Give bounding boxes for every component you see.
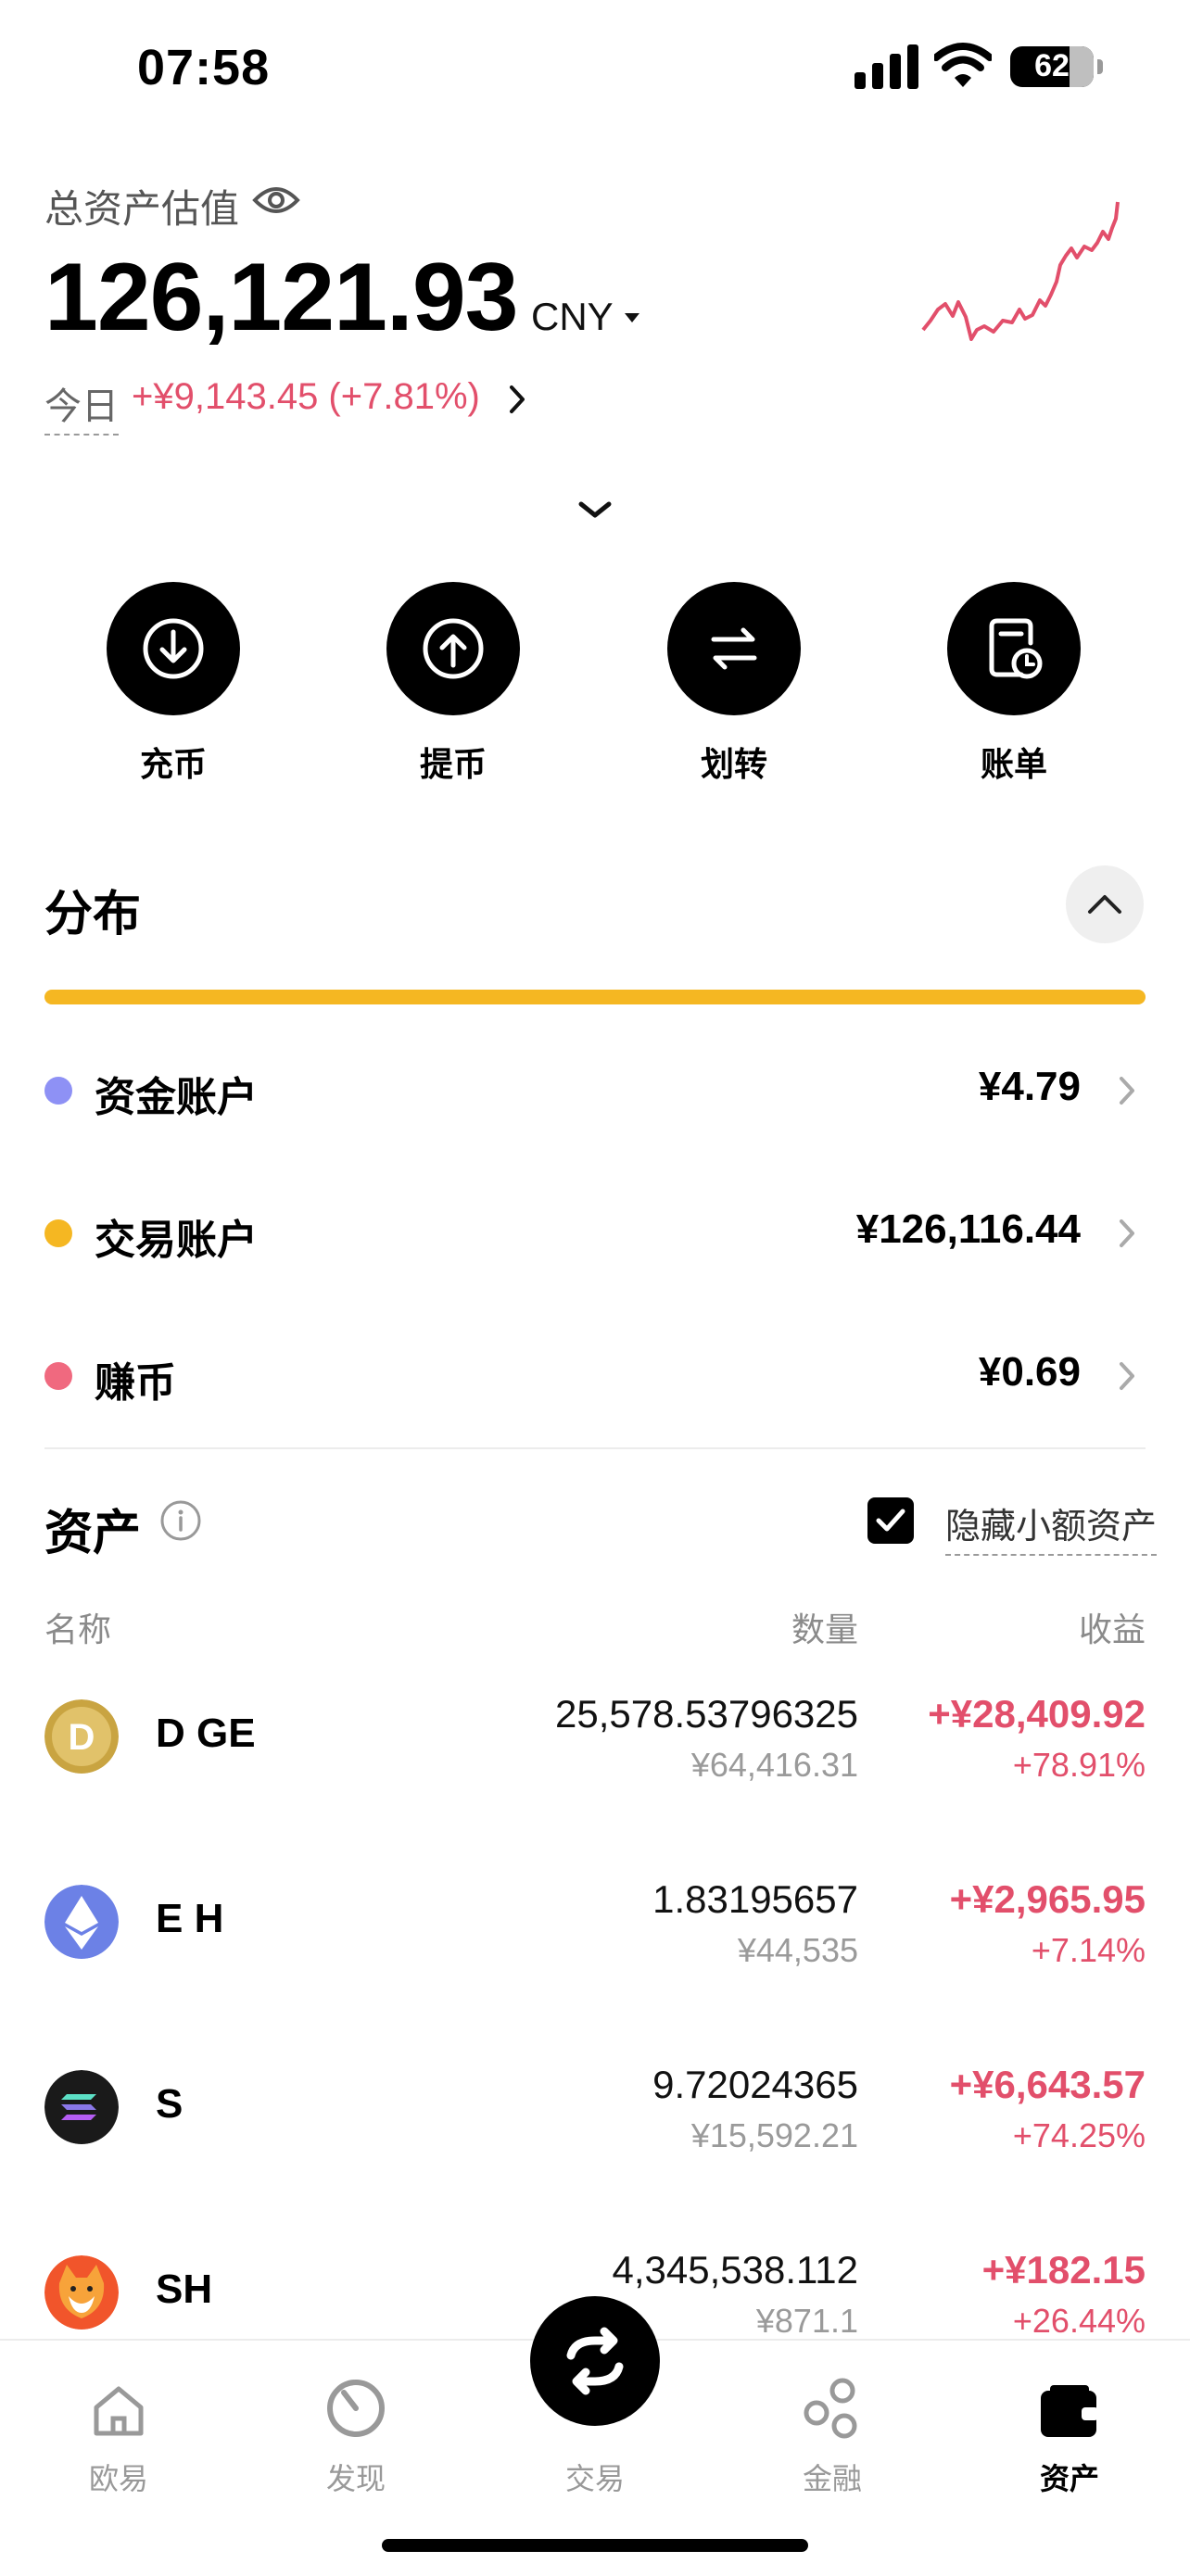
distribution-bar bbox=[44, 990, 1146, 1004]
legend-dot bbox=[44, 1077, 72, 1105]
coin-quantity: 25,578.53796325 bbox=[555, 1692, 858, 1736]
eye-icon[interactable] bbox=[252, 182, 300, 219]
tab-label: 资产 bbox=[1039, 2462, 1099, 2495]
distribution-row-earn[interactable]: 赚币 ¥0.69 bbox=[44, 1344, 1146, 1408]
bill-icon bbox=[947, 582, 1081, 715]
finance-icon bbox=[804, 2378, 857, 2439]
svg-text:D: D bbox=[69, 1717, 95, 1758]
coin-value: ¥15,592.21 bbox=[690, 2116, 858, 2154]
coin-quantity: 1.83195657 bbox=[652, 1877, 858, 1921]
withdraw-label: 提币 bbox=[419, 745, 487, 783]
withdraw-button[interactable]: 提币 bbox=[384, 582, 523, 786]
coin-name: D GE bbox=[156, 1711, 256, 1756]
today-pnl[interactable]: +¥9,143.45 (+7.81%) bbox=[132, 376, 480, 418]
bill-button[interactable]: 账单 bbox=[944, 582, 1083, 786]
legend-dot bbox=[44, 1219, 72, 1247]
coin-pnl: +¥182.15 bbox=[981, 2248, 1146, 2292]
trade-button[interactable] bbox=[530, 2296, 660, 2426]
column-quantity: 数量 bbox=[791, 1610, 858, 1648]
tab-label: 交易 bbox=[564, 2462, 625, 2495]
coin-pnl-percent: +26.44% bbox=[1012, 2302, 1146, 2340]
account-name: 赚币 bbox=[95, 1360, 176, 1406]
deposit-label: 充币 bbox=[139, 745, 207, 783]
deposit-button[interactable]: 充币 bbox=[104, 582, 243, 786]
checkmark-icon bbox=[876, 1509, 905, 1532]
battery-icon: 62 bbox=[1010, 46, 1103, 87]
distribution-row-trading[interactable]: 交易账户 ¥126,116.44 bbox=[44, 1201, 1146, 1266]
coin-quantity: 9.72024365 bbox=[652, 2063, 858, 2106]
home-icon bbox=[94, 2386, 144, 2436]
coin-pnl-percent: +74.25% bbox=[1012, 2116, 1146, 2154]
distribution-title: 分布 bbox=[44, 888, 142, 941]
account-name: 资金账户 bbox=[95, 1075, 258, 1120]
total-assets-value: 126,121.93 bbox=[44, 244, 519, 351]
sol-coin-icon bbox=[44, 2070, 119, 2144]
home-indicator bbox=[382, 2539, 808, 2552]
chevron-right-icon[interactable] bbox=[508, 384, 528, 415]
tab-assets[interactable]: 资产 bbox=[995, 2367, 1144, 2498]
coin-value: ¥871.1 bbox=[755, 2302, 858, 2340]
coin-pnl-percent: +78.91% bbox=[1012, 1746, 1146, 1784]
hide-small-assets-label[interactable]: 隐藏小额资产 bbox=[945, 1497, 1158, 1556]
cellular-signal-icon bbox=[855, 43, 919, 89]
caret-down-icon[interactable] bbox=[623, 311, 641, 324]
trade-icon bbox=[566, 2327, 624, 2395]
assets-title: 资产 bbox=[44, 1507, 142, 1560]
chevron-right-icon bbox=[1120, 1362, 1134, 1390]
coin-pnl: +¥6,643.57 bbox=[949, 2063, 1146, 2106]
distribution-collapse-button[interactable] bbox=[1066, 865, 1144, 943]
asset-trend-sparkline bbox=[921, 201, 1120, 341]
hide-small-checkbox[interactable] bbox=[867, 1497, 914, 1544]
account-amount: ¥126,116.44 bbox=[855, 1206, 1081, 1252]
total-assets-label: 总资产估值 bbox=[44, 187, 240, 231]
coin-value: ¥64,416.31 bbox=[690, 1746, 858, 1784]
coin-quantity: 4,345,538.112 bbox=[612, 2248, 858, 2292]
tab-home[interactable]: 欧易 bbox=[44, 2367, 193, 2498]
bill-label: 账单 bbox=[980, 745, 1047, 783]
status-time: 07:58 bbox=[137, 40, 271, 95]
distribution-row-funding[interactable]: 资金账户 ¥4.79 bbox=[44, 1058, 1146, 1123]
asset-row-doge[interactable]: D D GE 25,578.53796325 ¥64,416.31 +¥28,4… bbox=[44, 1692, 1146, 1840]
eth-coin-icon bbox=[44, 1885, 119, 1959]
doge-coin-icon: D bbox=[44, 1699, 119, 1774]
info-icon[interactable] bbox=[159, 1499, 202, 1542]
chevron-right-icon bbox=[1120, 1077, 1134, 1105]
shib-coin-icon bbox=[44, 2255, 119, 2330]
transfer-label: 划转 bbox=[700, 745, 767, 783]
transfer-button[interactable]: 划转 bbox=[665, 582, 804, 786]
coin-name: S bbox=[156, 2081, 184, 2127]
expand-chevron-icon[interactable] bbox=[577, 499, 613, 521]
battery-level: 62 bbox=[1034, 48, 1070, 83]
coin-name: E H bbox=[156, 1896, 224, 1941]
tab-finance[interactable]: 金融 bbox=[758, 2367, 906, 2498]
coin-pnl: +¥28,409.92 bbox=[928, 1692, 1146, 1736]
section-divider bbox=[44, 1447, 1146, 1449]
coin-name: SH bbox=[156, 2267, 213, 2312]
deposit-icon bbox=[107, 582, 240, 715]
wallet-icon bbox=[1041, 2385, 1098, 2437]
discover-icon bbox=[327, 2380, 385, 2437]
today-label[interactable]: 今日 bbox=[44, 376, 119, 436]
currency-selector[interactable]: CNY bbox=[531, 295, 614, 339]
transfer-icon bbox=[667, 582, 801, 715]
asset-row-eth[interactable]: E H 1.83195657 ¥44,535 +¥2,965.95 +7.14% bbox=[44, 1877, 1146, 2026]
account-amount: ¥4.79 bbox=[978, 1064, 1081, 1109]
column-name: 名称 bbox=[44, 1610, 112, 1648]
tab-label: 金融 bbox=[802, 2462, 862, 2495]
account-name: 交易账户 bbox=[95, 1218, 258, 1263]
account-amount: ¥0.69 bbox=[978, 1349, 1081, 1395]
tab-label: 欧易 bbox=[88, 2462, 148, 2495]
asset-row-sol[interactable]: S 9.72024365 ¥15,592.21 +¥6,643.57 +74.2… bbox=[44, 2063, 1146, 2211]
coin-value: ¥44,535 bbox=[737, 1931, 858, 1969]
tab-label: 发现 bbox=[325, 2462, 386, 2495]
column-pnl: 收益 bbox=[1078, 1610, 1146, 1648]
tab-discover[interactable]: 发现 bbox=[282, 2367, 430, 2498]
chevron-up-icon bbox=[1088, 895, 1121, 914]
legend-dot bbox=[44, 1362, 72, 1390]
coin-pnl-percent: +7.14% bbox=[1031, 1931, 1146, 1969]
coin-pnl: +¥2,965.95 bbox=[949, 1877, 1146, 1921]
chevron-right-icon bbox=[1120, 1219, 1134, 1247]
wifi-icon bbox=[934, 43, 992, 87]
withdraw-icon bbox=[386, 582, 520, 715]
